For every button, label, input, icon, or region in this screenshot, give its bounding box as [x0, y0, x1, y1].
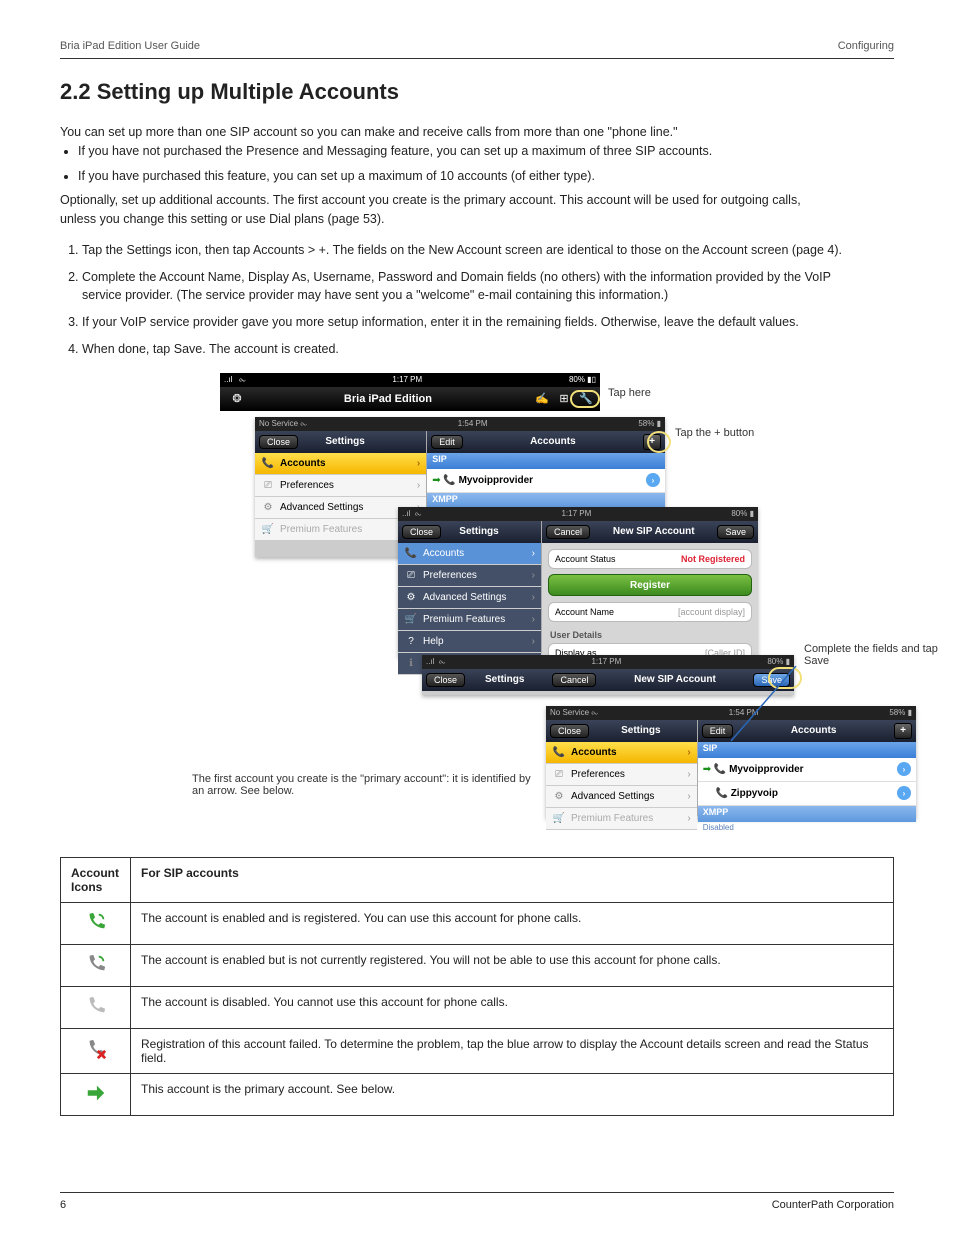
screenshots-composite: ..ıl ⧜ 1:17 PM 80% ▮▯ ❂ Bria iPad Editio… [60, 373, 894, 833]
close-button[interactable]: Close [426, 673, 465, 687]
cancel-button[interactable]: Cancel [546, 525, 590, 539]
sidebar-item-accounts[interactable]: 📞Accounts› [398, 543, 541, 565]
icon-disabled [61, 986, 131, 1028]
doc-title: Bria iPad Edition User Guide [60, 40, 200, 52]
panel-new-sip: ..ıl ⧜1:17 PM80% ▮ CloseSettings 📞Accoun… [398, 507, 758, 657]
sidebar-item-advanced[interactable]: ⚙Advanced Settings› [398, 587, 541, 609]
save-button[interactable]: Save [717, 525, 754, 539]
save-button[interactable]: Save [753, 673, 790, 687]
cancel-button[interactable]: Cancel [552, 673, 596, 687]
doc-subtitle: Configuring [838, 40, 894, 52]
panel-save-bar: ..ıl ⧜1:17 PM80% ▮ CloseSettings CancelN… [422, 655, 794, 695]
account-icons-table: Account IconsFor SIP accounts The accoun… [60, 857, 894, 1116]
sidebar-item-preferences[interactable]: ⎚Preferences› [255, 475, 426, 497]
section-title: 2.2 Setting up Multiple Accounts [60, 79, 894, 105]
keypad-icon[interactable]: ⊞ [556, 391, 572, 407]
add-button[interactable]: + [894, 723, 912, 739]
ipad-top-bar: ..ıl ⧜ 1:17 PM 80% ▮▯ ❂ Bria iPad Editio… [220, 373, 600, 411]
sidebar-item-premium[interactable]: 🛒Premium Features› [546, 808, 697, 830]
sidebar-item-preferences[interactable]: ⎚Preferences› [546, 764, 697, 786]
sidebar-item-accounts[interactable]: 📞Accounts› [255, 453, 426, 475]
gear-icon: ❂ [229, 391, 245, 407]
account-row-myvoipprovider[interactable]: ➡ 📞 Myvoipprovider› [427, 469, 665, 493]
edit-button[interactable]: Edit [702, 724, 734, 738]
edit-button[interactable]: Edit [431, 435, 463, 449]
icon-failed [61, 1028, 131, 1073]
detail-icon[interactable]: › [646, 473, 660, 487]
close-button[interactable]: Close [259, 435, 298, 449]
sketch-icon[interactable]: ✍ [534, 391, 550, 407]
sidebar-item-advanced[interactable]: ⚙Advanced Settings› [546, 786, 697, 808]
wrench-icon[interactable]: 🔧 [578, 391, 594, 407]
sidebar-item-accounts[interactable]: 📞Accounts› [546, 742, 697, 764]
account-row[interactable]: ➡ 📞 Myvoipprovider› [698, 758, 916, 782]
page-footer: 6 CounterPath Corporation [60, 1192, 894, 1211]
app-title: Bria iPad Edition [245, 393, 531, 405]
icon-primary-arrow [61, 1073, 131, 1115]
wifi-icon: ⧜ [239, 375, 246, 384]
panel-two-accounts: No Service ⧜1:54 PM58% ▮ CloseSettings 📞… [546, 706, 916, 818]
intro-paragraph: You can set up more than one SIP account… [60, 123, 840, 229]
close-button[interactable]: Close [402, 525, 441, 539]
account-row[interactable]: 📞 Zippyvoip› [698, 782, 916, 806]
register-button[interactable]: Register [548, 574, 752, 596]
add-button[interactable]: + [643, 434, 661, 450]
icon-enabled-not-registered [61, 944, 131, 986]
sidebar-item-preferences[interactable]: ⎚Preferences› [398, 565, 541, 587]
sidebar-item-premium[interactable]: 🛒Premium Features› [398, 609, 541, 631]
sidebar-item-help[interactable]: ?Help› [398, 631, 541, 653]
icon-registered [61, 902, 131, 944]
close-button[interactable]: Close [550, 724, 589, 738]
steps-list: Tap the Settings icon, then tap Accounts… [64, 241, 844, 359]
